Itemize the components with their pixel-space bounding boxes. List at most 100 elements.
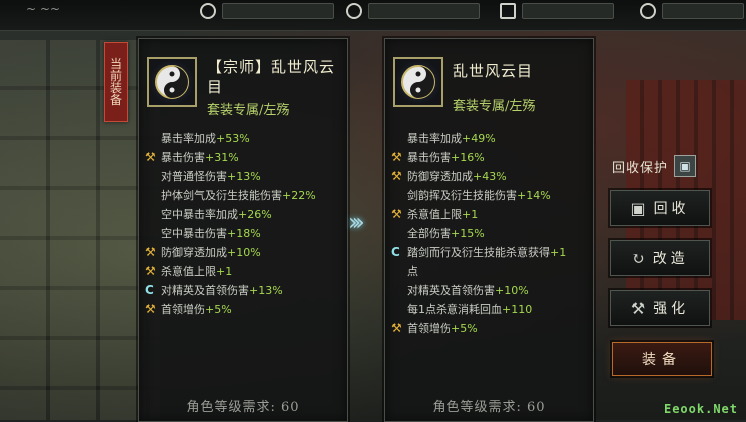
- enhance-button[interactable]: ⚒ 强化: [610, 290, 710, 326]
- hammer-icon: ⚒: [145, 245, 156, 259]
- stat-label: 每1点杀意消耗回血: [407, 303, 502, 316]
- equipped-item-panel: 【宗师】乱世风云目 套装专属/左殇 暴击率加成+53% ⚒ 暴击伤害+31% 对普通怪…: [138, 38, 348, 422]
- watermark: Eeook.Net: [663, 402, 738, 416]
- refresh-icon: ↻: [631, 248, 645, 268]
- stat-label: 暴击率加成: [407, 132, 462, 145]
- stat-label: 防御穿透加成: [407, 170, 473, 183]
- item-header: 乱世风云目 套装专属/左殇: [385, 39, 593, 121]
- stat-row: ⚒ 防御穿透加成+43%: [385, 167, 593, 186]
- top-resource-bar: ~ ~~: [0, 0, 746, 31]
- new-item-panel: 乱世风云目 套装专属/左殇 暴击率加成+49% ⚒ 暴击伤害+16% ⚒ 防御穿透加成+…: [384, 38, 594, 422]
- hammer-icon: ⚒: [391, 150, 402, 164]
- equip-button[interactable]: 装备: [612, 342, 712, 376]
- level-requirement: 角色等级需求: 60: [432, 400, 546, 415]
- stat-row: 点: [385, 262, 593, 281]
- swirl-icon: C: [145, 283, 154, 297]
- resource-2: [346, 0, 480, 22]
- resource-3: [500, 0, 614, 22]
- stat-row: 对普通怪伤害+13%: [139, 167, 347, 186]
- item-title: 乱世风云目: [453, 62, 534, 80]
- top-title: ~ ~~: [26, 2, 60, 16]
- stat-row: C 踏剑而行及衍生技能杀意获得+1: [385, 243, 593, 262]
- swirl-icon: C: [391, 245, 400, 259]
- stat-row: 剑韵挥及衍生技能伤害+14%: [385, 186, 593, 205]
- stat-label: 空中暴击伤害: [161, 227, 227, 240]
- resource-1-bar: [222, 3, 334, 19]
- stat-value: +1: [550, 246, 567, 259]
- hammer-icon: ⚒: [391, 169, 402, 183]
- stat-value: +5%: [451, 322, 478, 335]
- stat-row: 每1点杀意消耗回血+110: [385, 300, 593, 319]
- stat-row: 全部伤害+15%: [385, 224, 593, 243]
- stat-row: C 对精英及首领伤害+13%: [139, 281, 347, 300]
- stat-value: +110: [502, 303, 533, 316]
- recycle-button[interactable]: ▣ 回收: [610, 190, 710, 226]
- stat-value: +15%: [451, 227, 485, 240]
- stat-value: +5%: [205, 303, 232, 316]
- stat-label: 杀意值上限: [407, 208, 462, 221]
- item-title: 【宗师】乱世风云目: [207, 58, 336, 96]
- stat-label: 暴击伤害: [407, 151, 451, 164]
- inventory-grid-background: [0, 40, 160, 420]
- stat-row: 空中暴击伤害+18%: [139, 224, 347, 243]
- item-header: 【宗师】乱世风云目 套装专属/左殇: [139, 39, 347, 121]
- stat-label: 剑韵挥及衍生技能伤害: [407, 189, 517, 202]
- stat-label: 首领增伤: [407, 322, 451, 335]
- stat-label: 对普通怪伤害: [161, 170, 227, 183]
- hammer-icon: ⚒: [145, 302, 156, 316]
- level-requirement: 角色等级需求: 60: [186, 400, 300, 415]
- compare-arrow-icon: ›››: [348, 208, 365, 236]
- stat-value: +13%: [227, 170, 261, 183]
- hammer-icon: ⚒: [145, 150, 156, 164]
- item-subtitle: 套装专属/左殇: [453, 99, 536, 114]
- stat-label: 杀意值上限: [161, 265, 216, 278]
- recycle-protection-checkbox[interactable]: ▣: [674, 155, 697, 177]
- stat-label: 首领增伤: [161, 303, 205, 316]
- stat-label: 踏剑而行及衍生技能杀意获得: [407, 246, 550, 259]
- stat-list: 暴击率加成+53% ⚒ 暴击伤害+31% 对普通怪伤害+13% 护体剑气及衍生技能伤害+…: [139, 129, 347, 319]
- stat-value: +13%: [249, 284, 283, 297]
- hammer-icon: ⚒: [145, 264, 156, 278]
- stat-label: 空中暴击率加成: [161, 208, 238, 221]
- coin-icon: [200, 3, 216, 19]
- stat-row: 空中暴击率加成+26%: [139, 205, 347, 224]
- equip-button-label: 装备: [642, 352, 682, 368]
- stat-label: 暴击率加成: [161, 132, 216, 145]
- stat-value: +43%: [473, 170, 507, 183]
- reforge-button-label: 改造: [652, 251, 689, 267]
- stat-row: ⚒ 防御穿透加成+10%: [139, 243, 347, 262]
- gem-icon: [346, 3, 362, 19]
- stat-label: 防御穿透加成: [161, 246, 227, 259]
- hammer-icon: ⚒: [630, 298, 646, 318]
- hammer-icon: ⚒: [391, 321, 402, 335]
- resource-4: [640, 0, 744, 22]
- stat-value: +1: [462, 208, 479, 221]
- stat-value: +53%: [216, 132, 250, 145]
- stat-value: +16%: [451, 151, 485, 164]
- recycle-protection: 回收保护 ▣: [612, 154, 697, 178]
- energy-icon: [500, 3, 516, 19]
- stat-value: +49%: [462, 132, 496, 145]
- stat-row: 暴击率加成+49%: [385, 129, 593, 148]
- stat-label: 对精英及首领伤害: [161, 284, 249, 297]
- stat-value: +10%: [495, 284, 529, 297]
- current-equipped-tag: 当 前 装 备: [104, 42, 128, 122]
- stat-value: +31%: [205, 151, 239, 164]
- stat-value: +1: [216, 265, 233, 278]
- recycle-button-label: 回收: [653, 201, 690, 217]
- stat-value: +22%: [282, 189, 316, 202]
- stat-row: ⚒ 首领增伤+5%: [385, 319, 593, 338]
- stat-row: ⚒ 杀意值上限+1: [139, 262, 347, 281]
- stat-value: +10%: [227, 246, 261, 259]
- resource-1: [200, 0, 334, 22]
- item-subtitle: 套装专属/左殇: [207, 103, 290, 118]
- reforge-button[interactable]: ↻ 改造: [610, 240, 710, 276]
- token-icon: [640, 3, 656, 19]
- enhance-button-label: 强化: [653, 301, 690, 317]
- stat-row: 对精英及首领伤害+10%: [385, 281, 593, 300]
- recycle-protection-label: 回收保护: [612, 160, 669, 176]
- yin-yang-emblem-icon: [393, 57, 443, 107]
- stat-label: 暴击伤害: [161, 151, 205, 164]
- stat-row: ⚒ 首领增伤+5%: [139, 300, 347, 319]
- stat-row: ⚒ 暴击伤害+31%: [139, 148, 347, 167]
